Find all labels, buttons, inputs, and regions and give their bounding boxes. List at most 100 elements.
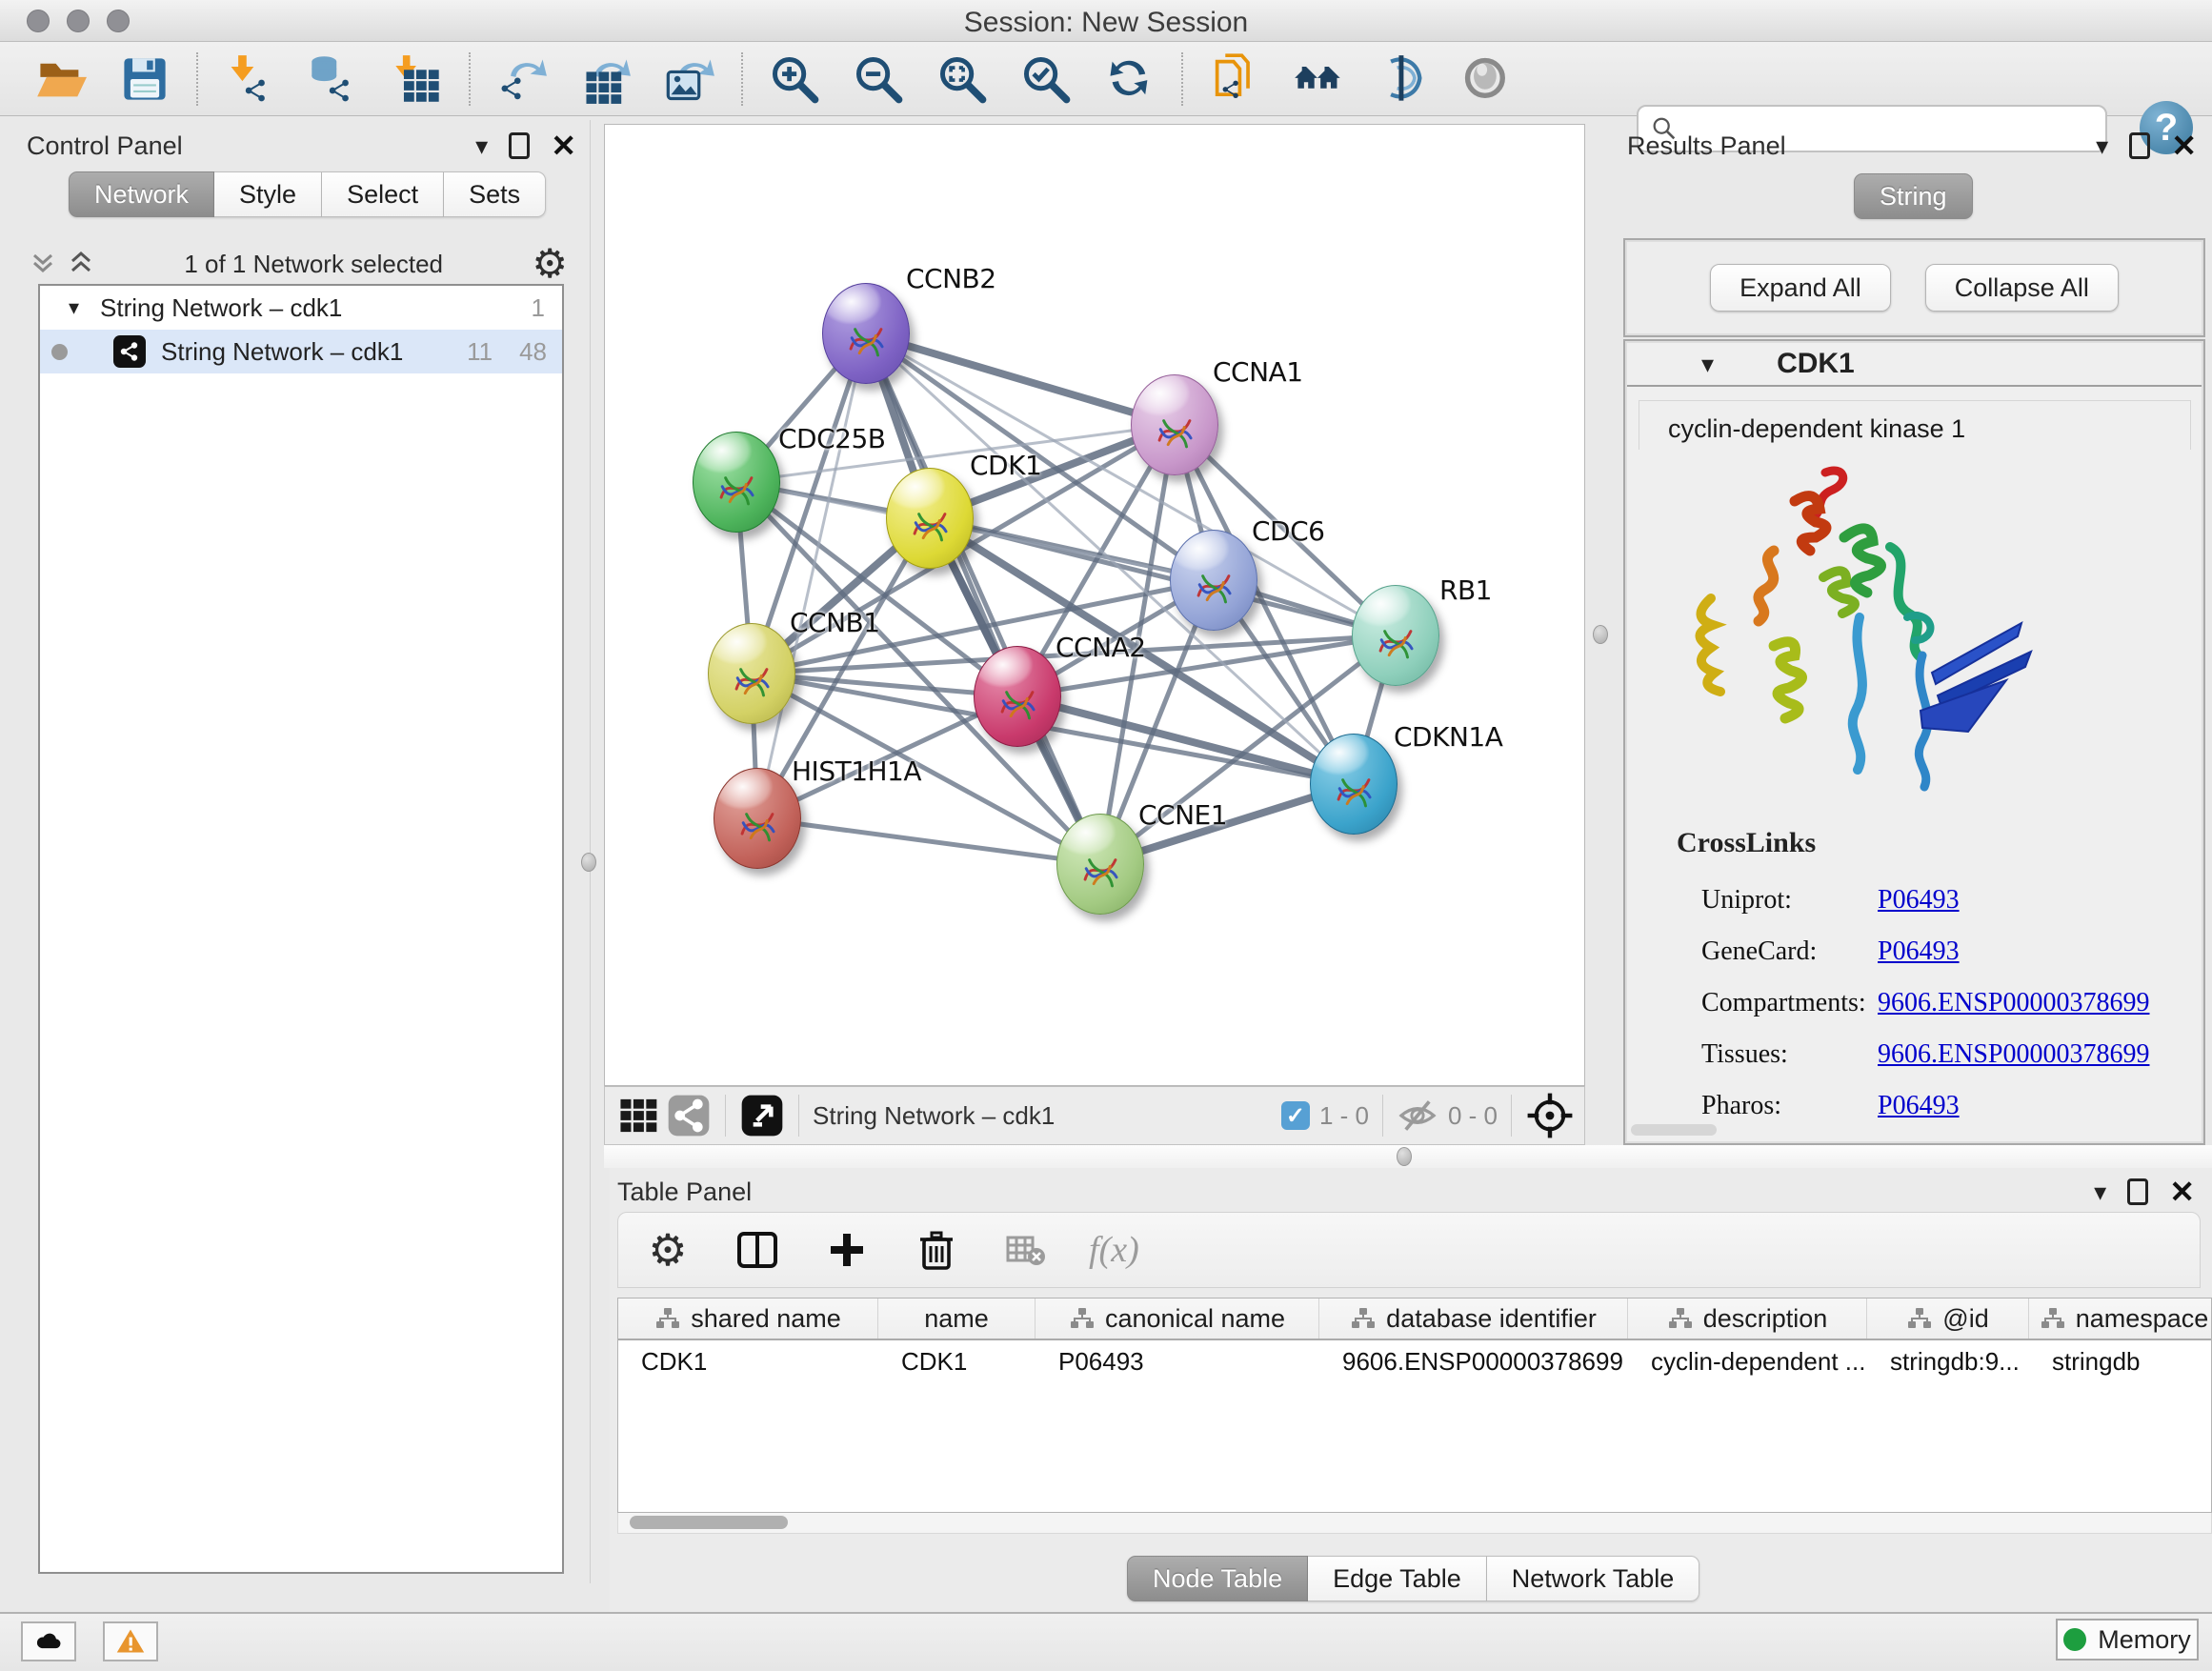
cell-canonical-name[interactable]: P06493 <box>1036 1340 1319 1382</box>
node-CDK1[interactable] <box>886 468 974 569</box>
crosslink-link[interactable]: 9606.ENSP00000378699 <box>1878 988 2149 1018</box>
crosslink-link[interactable]: P06493 <box>1878 936 1960 967</box>
float-panel-icon[interactable] <box>509 132 530 159</box>
zoom-out-icon[interactable] <box>849 50 908 109</box>
string-home-icon[interactable] <box>1289 50 1348 109</box>
crosslink-link[interactable]: P06493 <box>1878 1091 1960 1121</box>
column-header-name[interactable]: name <box>878 1299 1036 1339</box>
crosslink-label: Compartments: <box>1701 988 1878 1018</box>
gene-collapse-icon[interactable]: ▾ <box>1701 350 1714 379</box>
column-header-namespace[interactable]: namespace <box>2029 1299 2212 1339</box>
network-share-icon[interactable] <box>666 1086 712 1145</box>
tab-network[interactable]: Network <box>69 171 214 217</box>
edge-HIST1H1A-CCNE1[interactable] <box>757 818 1100 864</box>
node-CCNA2[interactable] <box>974 646 1061 747</box>
results-collapse-icon[interactable]: ▾ <box>2096 131 2108 161</box>
node-label-CCNA1: CCNA1 <box>1213 356 1303 388</box>
open-session-icon[interactable] <box>31 50 90 109</box>
table-float-icon[interactable] <box>2127 1178 2148 1205</box>
table-hscrollbar[interactable] <box>617 1513 2212 1534</box>
warnings-button[interactable] <box>103 1621 158 1661</box>
results-float-icon[interactable] <box>2129 132 2150 159</box>
edge-CCNB2-CCNA1[interactable] <box>866 333 1175 425</box>
apply-layout-icon[interactable] <box>1100 50 1159 109</box>
column-header--id[interactable]: @id <box>1867 1299 2029 1339</box>
table-close-icon[interactable]: ✕ <box>2169 1174 2195 1210</box>
node-CDC6[interactable] <box>1170 530 1257 631</box>
cell-description[interactable]: cyclin-dependent ... <box>1628 1340 1867 1382</box>
right-splitter-handle[interactable] <box>1593 625 1608 644</box>
cell-shared-name[interactable]: CDK1 <box>618 1340 878 1382</box>
export-table-icon[interactable] <box>576 50 635 109</box>
network-canvas[interactable]: CCNB2CCNA1CDC25BCDK1CDC6RB1CCNB1CCNA2CDK… <box>604 124 1585 1086</box>
selected-elements-checkbox[interactable]: ✓ <box>1281 1101 1310 1130</box>
tab-network-table[interactable]: Network Table <box>1487 1556 1700 1601</box>
table-hscroll-thumb[interactable] <box>630 1516 788 1529</box>
birds-eye-view-icon[interactable] <box>739 1086 785 1145</box>
node-CCNE1[interactable] <box>1056 814 1144 915</box>
add-column-icon[interactable] <box>820 1223 874 1277</box>
clipboard-network-icon[interactable] <box>1205 50 1264 109</box>
network-options-gear-icon[interactable]: ⚙ <box>532 244 568 284</box>
network-row[interactable]: String Network – cdk1 11 48 <box>40 330 562 373</box>
node-CCNB2[interactable] <box>822 283 910 384</box>
results-close-icon[interactable]: ✕ <box>2171 128 2197 164</box>
node-CDKN1A[interactable] <box>1310 734 1398 835</box>
import-table-icon[interactable] <box>388 50 447 109</box>
close-panel-icon[interactable]: ✕ <box>551 128 576 164</box>
hide-labels-icon[interactable] <box>1373 50 1432 109</box>
tab-style[interactable]: Style <box>214 171 322 217</box>
table-options-gear-icon[interactable]: ⚙ <box>641 1223 694 1277</box>
collection-expand-icon[interactable]: ▾ <box>69 295 79 320</box>
import-network-database-icon[interactable] <box>304 50 363 109</box>
network-collection-row[interactable]: ▾ String Network – cdk1 1 <box>40 286 562 330</box>
zoom-selected-icon[interactable] <box>1016 50 1076 109</box>
node-CCNB1[interactable] <box>708 623 795 724</box>
delete-column-trash-icon[interactable] <box>910 1223 963 1277</box>
show-columns-icon[interactable] <box>731 1223 784 1277</box>
export-network-icon[interactable] <box>493 50 552 109</box>
glass-orb-icon[interactable] <box>1457 50 1516 109</box>
results-scrollbar[interactable] <box>1631 1124 1717 1136</box>
crosslink-link[interactable]: 9606.ENSP00000378699 <box>1878 1039 2149 1070</box>
tab-edge-table[interactable]: Edge Table <box>1308 1556 1487 1601</box>
tab-node-table[interactable]: Node Table <box>1127 1556 1308 1601</box>
node-CCNA1[interactable] <box>1131 374 1218 475</box>
export-image-icon[interactable] <box>660 50 719 109</box>
grid-view-icon[interactable] <box>618 1086 660 1145</box>
edge-CCNB2-HIST1H1A[interactable] <box>757 333 866 818</box>
import-network-file-icon[interactable] <box>220 50 279 109</box>
crosslink-link[interactable]: P06493 <box>1878 885 1960 916</box>
table-collapse-icon[interactable]: ▾ <box>2094 1178 2106 1207</box>
node-RB1[interactable] <box>1352 585 1439 686</box>
gene-section-header[interactable]: ▾ CDK1 <box>1627 343 2202 387</box>
memory-button[interactable]: Memory <box>2056 1619 2199 1661</box>
cell-namespace[interactable]: stringdb <box>2029 1340 2212 1382</box>
tab-string[interactable]: String <box>1854 173 1973 219</box>
cell-database-identifier[interactable]: 9606.ENSP00000378699 <box>1319 1340 1628 1382</box>
zoom-fit-icon[interactable] <box>933 50 992 109</box>
column-header-database-identifier[interactable]: database identifier <box>1319 1299 1628 1339</box>
table-row[interactable]: CDK1CDK1P064939606.ENSP00000378699cyclin… <box>618 1340 2211 1382</box>
cell--id[interactable]: stringdb:9... <box>1867 1340 2029 1382</box>
node-HIST1H1A[interactable] <box>714 768 801 869</box>
collapse-all-networks-icon[interactable] <box>67 248 95 281</box>
column-header-shared-name[interactable]: shared name <box>618 1299 878 1339</box>
expand-all-networks-icon[interactable] <box>29 248 57 281</box>
cell-name[interactable]: CDK1 <box>878 1340 1036 1382</box>
expand-all-button[interactable]: Expand All <box>1710 264 1891 312</box>
collapse-panel-icon[interactable]: ▾ <box>475 131 488 161</box>
tab-sets[interactable]: Sets <box>444 171 546 217</box>
cloud-button[interactable] <box>21 1621 76 1661</box>
collapse-all-button[interactable]: Collapse All <box>1925 264 2119 312</box>
left-splitter-handle[interactable] <box>581 853 596 872</box>
column-header-canonical-name[interactable]: canonical name <box>1036 1299 1319 1339</box>
save-session-icon[interactable] <box>115 50 174 109</box>
tab-select[interactable]: Select <box>322 171 444 217</box>
column-header-description[interactable]: description <box>1628 1299 1867 1339</box>
node-CDC25B[interactable] <box>693 432 780 533</box>
zoom-in-icon[interactable] <box>765 50 824 109</box>
splitter-handle[interactable] <box>1397 1147 1412 1166</box>
fit-selected-crosshair-icon[interactable] <box>1525 1086 1575 1145</box>
toolbar-separator <box>741 52 743 106</box>
